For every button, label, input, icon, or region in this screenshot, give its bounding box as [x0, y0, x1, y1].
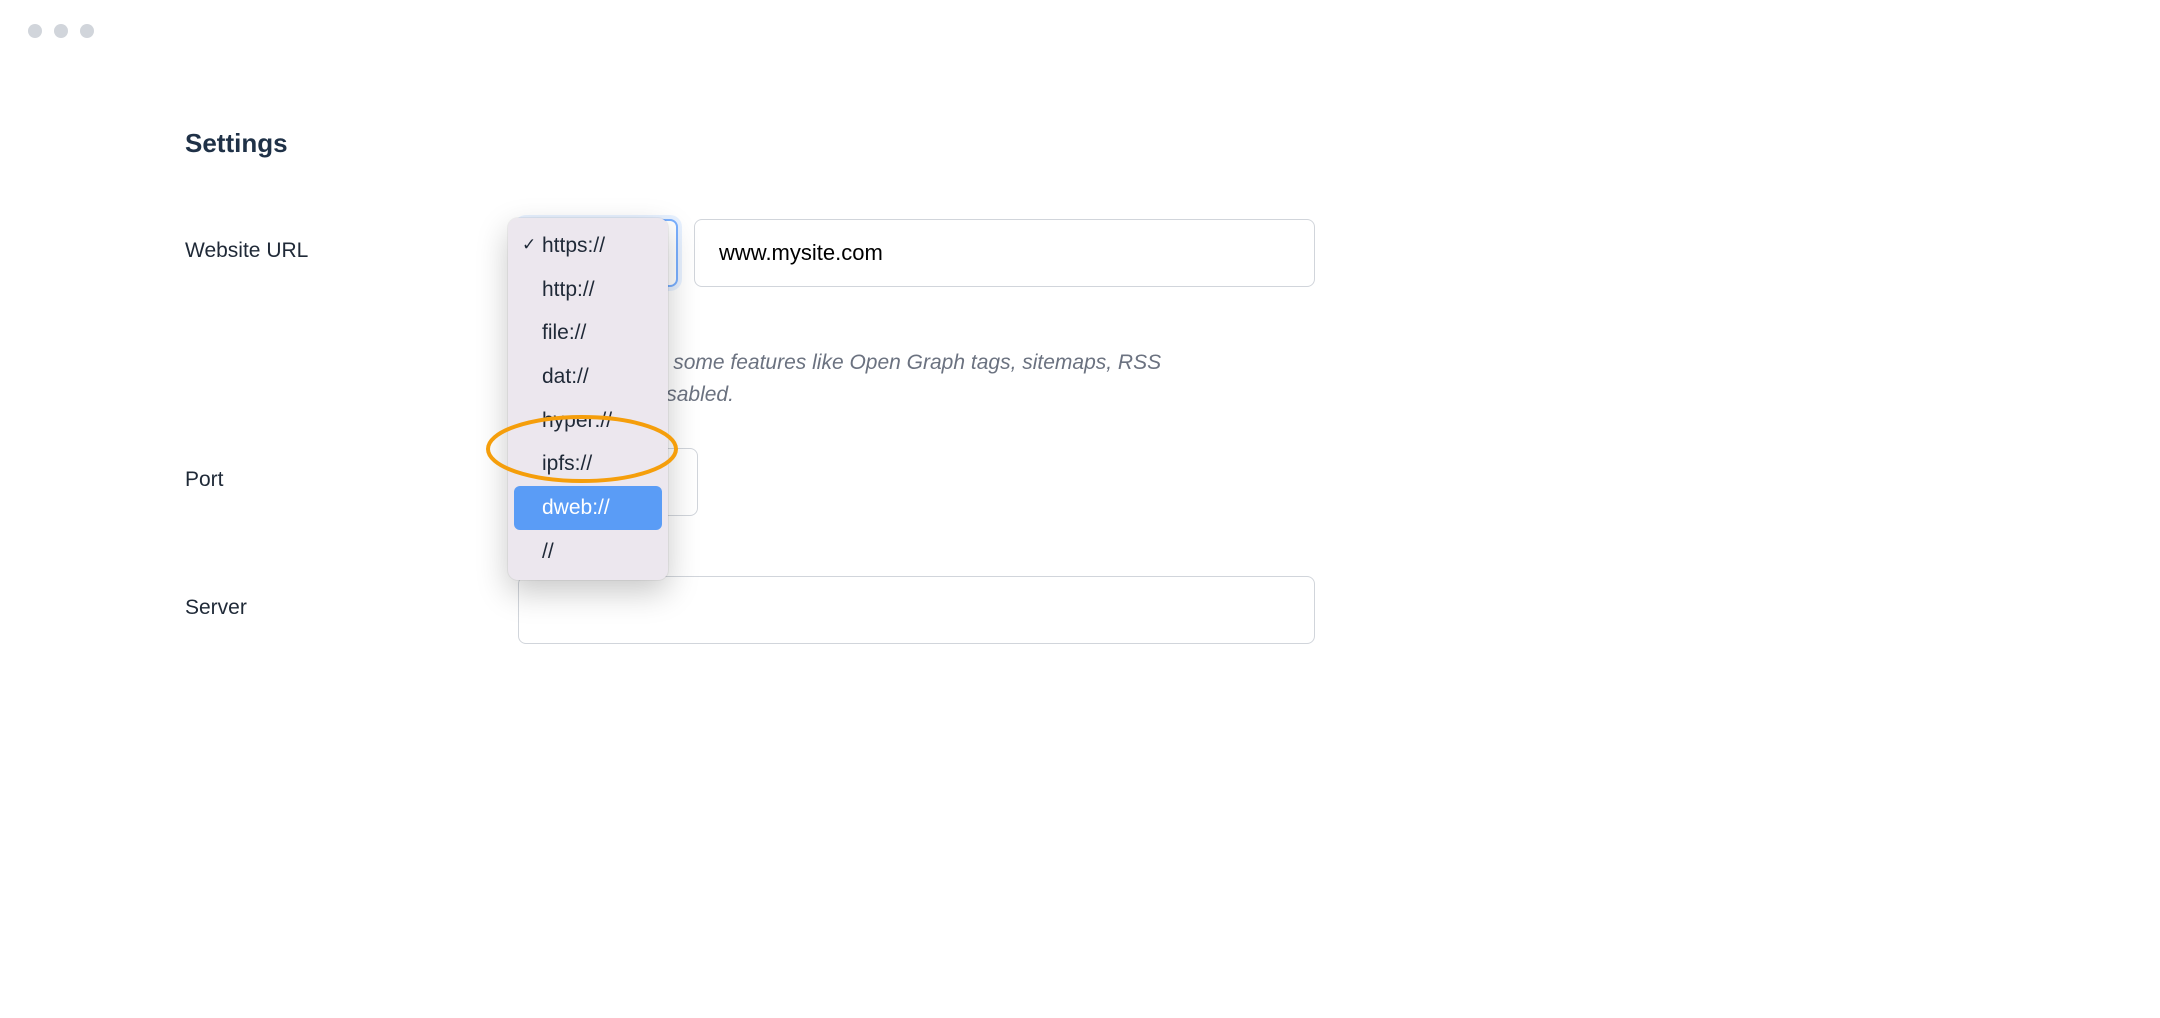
protocol-option-label: // — [542, 534, 554, 570]
settings-panel: Settings Website URL ive URLs g relative… — [185, 128, 1315, 644]
protocol-option[interactable]: // — [514, 530, 662, 574]
protocol-option[interactable]: dweb:// — [514, 486, 662, 530]
protocol-dropdown[interactable]: ✓https:// http:// file:// dat:// hyper:// ipf… — [508, 218, 668, 580]
row-server: Server — [185, 576, 1315, 644]
check-icon: ✓ — [522, 231, 542, 260]
protocol-option[interactable]: hyper:// — [514, 399, 662, 443]
protocol-option-label: ipfs:// — [542, 446, 592, 482]
traffic-dot — [54, 24, 68, 38]
protocol-option-label: http:// — [542, 272, 595, 308]
row-website-url: Website URL ive URLs g relative URLs, so… — [185, 219, 1315, 410]
protocol-option[interactable]: http:// — [514, 268, 662, 312]
protocol-option-label: dweb:// — [542, 490, 610, 526]
label-port: Port — [185, 448, 518, 492]
protocol-option[interactable]: ipfs:// — [514, 442, 662, 486]
protocol-option[interactable]: ✓https:// — [514, 224, 662, 268]
label-server: Server — [185, 576, 518, 620]
website-url-input[interactable] — [694, 219, 1315, 287]
label-website-url: Website URL — [185, 219, 518, 263]
protocol-option[interactable]: file:// — [514, 311, 662, 355]
traffic-dot — [80, 24, 94, 38]
protocol-option[interactable]: dat:// — [514, 355, 662, 399]
protocol-option-label: file:// — [542, 315, 586, 351]
protocol-option-label: dat:// — [542, 359, 589, 395]
protocol-option-label: hyper:// — [542, 403, 612, 439]
traffic-dot — [28, 24, 42, 38]
protocol-option-label: https:// — [542, 228, 605, 264]
row-port: Port — [185, 448, 1315, 516]
page-title: Settings — [185, 128, 1315, 159]
server-input[interactable] — [518, 576, 1315, 644]
window-traffic-lights — [28, 24, 94, 38]
